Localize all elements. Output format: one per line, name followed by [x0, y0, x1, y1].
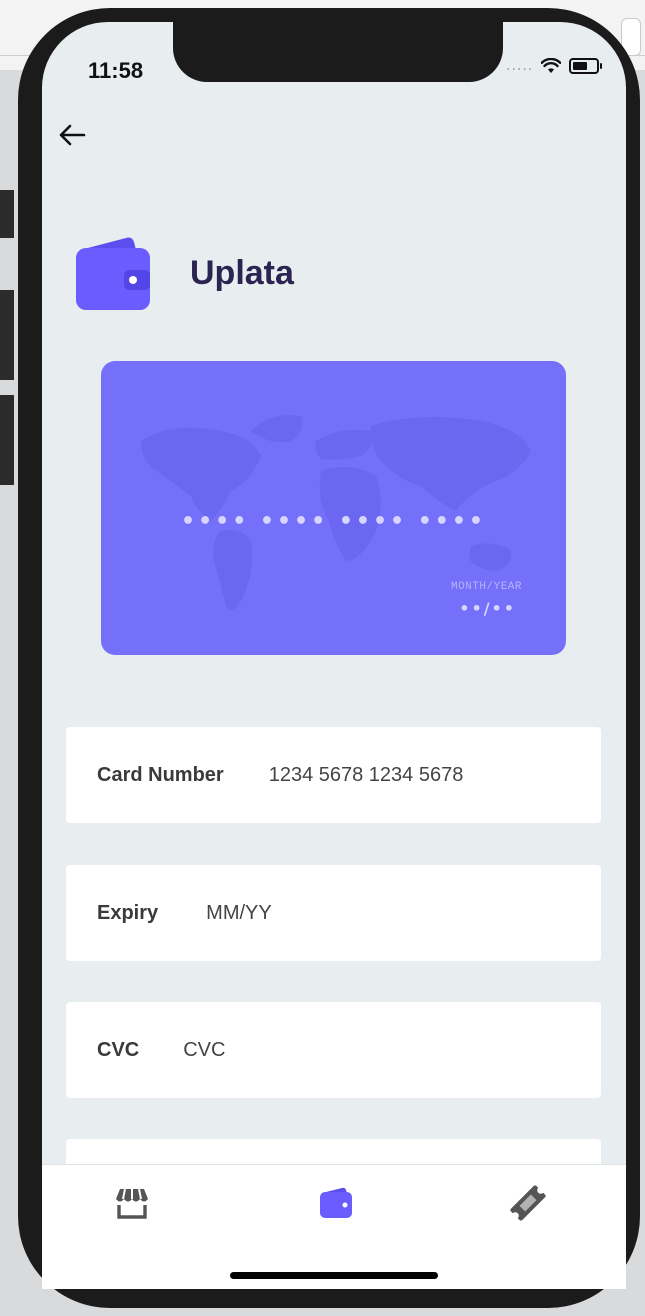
- home-indicator: [230, 1272, 438, 1279]
- expiry-input[interactable]: MM/YY: [206, 902, 272, 925]
- expiry-mask: ••/••: [459, 599, 516, 618]
- card-number-field[interactable]: Card Number 1234 5678 1234 5678: [66, 727, 601, 823]
- arrow-left-icon: [59, 124, 86, 146]
- card-preview: •••• •••• •••• •••• MONTH/YEAR ••/••: [101, 361, 566, 655]
- status-icons: .....: [506, 58, 603, 74]
- wifi-icon: [541, 58, 562, 73]
- app-screen: [42, 22, 626, 1288]
- background-strip: [0, 395, 14, 485]
- notch: [173, 22, 503, 82]
- background-strip: [0, 290, 14, 380]
- cvc-label: CVC: [97, 1038, 140, 1061]
- cvc-input[interactable]: CVC: [183, 1039, 225, 1062]
- tab-store[interactable]: [112, 1183, 156, 1223]
- card-number-input[interactable]: 1234 5678 1234 5678: [269, 764, 464, 787]
- back-button[interactable]: [56, 118, 90, 152]
- battery-icon: [569, 58, 603, 74]
- signal-icon: .....: [506, 58, 534, 74]
- card-number-label: Card Number: [97, 763, 224, 786]
- card-number-mask: •••• •••• •••• ••••: [181, 509, 486, 534]
- expiry-label: MONTH/YEAR: [450, 581, 522, 593]
- page-title: Uplata: [190, 254, 294, 292]
- expiry-field[interactable]: Expiry MM/YY: [66, 865, 601, 961]
- cvc-field[interactable]: CVC CVC: [66, 1002, 601, 1098]
- tab-tickets[interactable]: [508, 1183, 552, 1223]
- ticket-icon: [510, 1185, 546, 1221]
- wallet-icon: [320, 1187, 352, 1218]
- wallet-icon: [74, 236, 154, 312]
- status-time: 11:58: [88, 58, 144, 83]
- store-icon: [116, 1188, 148, 1219]
- expiry-field-label: Expiry: [97, 901, 159, 924]
- bottom-tab-bar: [42, 1164, 626, 1289]
- background-strip: [0, 190, 14, 238]
- tab-wallet[interactable]: [316, 1183, 360, 1223]
